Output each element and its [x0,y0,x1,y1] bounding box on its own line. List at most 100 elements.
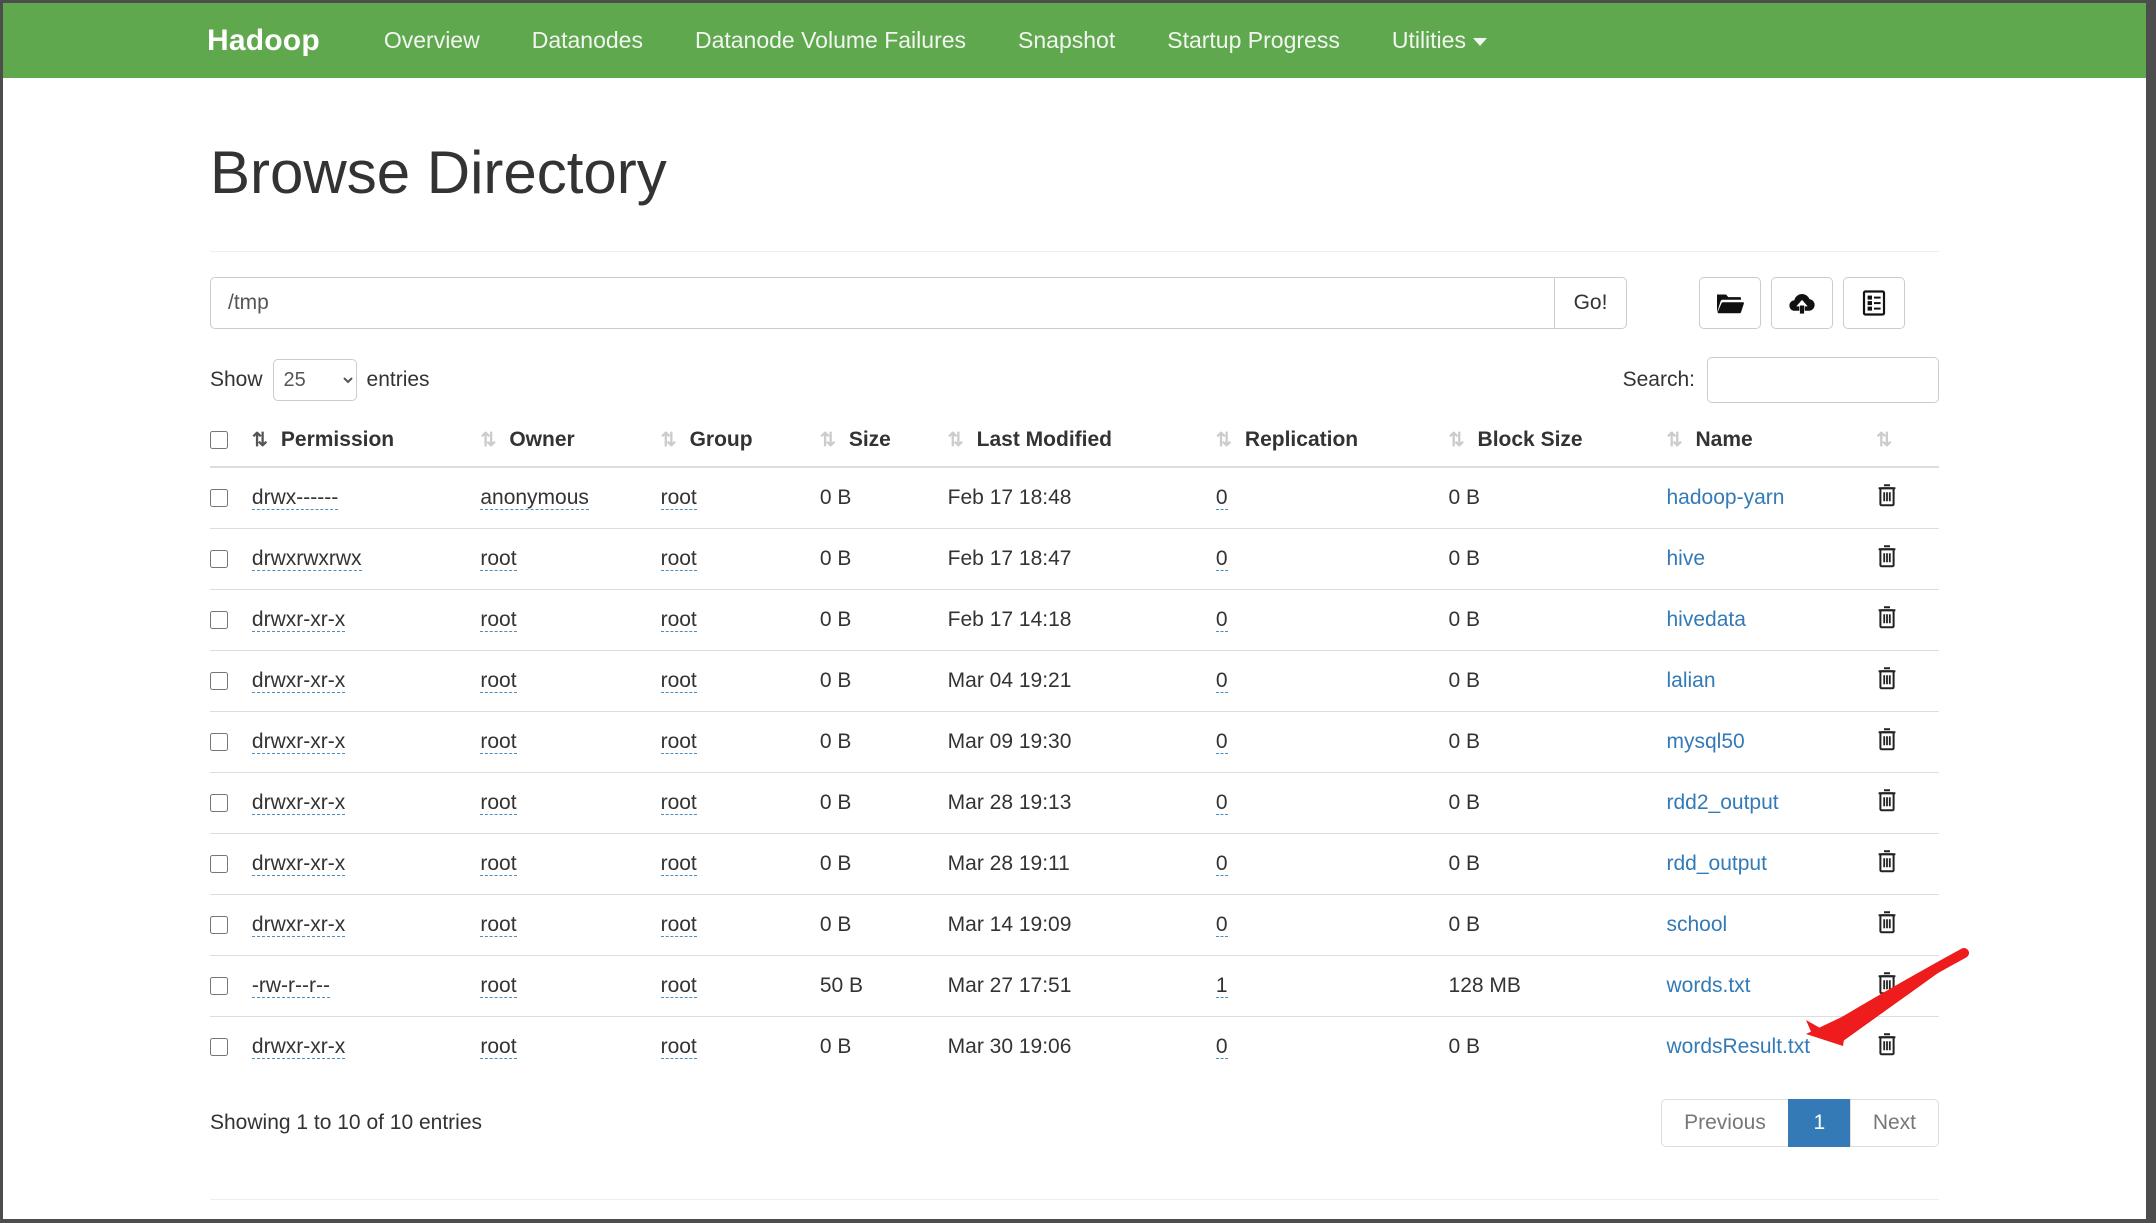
search-input[interactable] [1707,357,1939,403]
owner-value[interactable]: root [480,974,516,998]
sort-icon[interactable]: ⇅ [948,429,964,452]
group-value[interactable]: root [661,852,697,876]
permission-value[interactable]: drwxrwxrwx [252,547,362,571]
header-owner[interactable]: ⇅Owner [480,418,660,467]
owner-value[interactable]: root [480,669,516,693]
group-value[interactable]: root [661,1035,697,1059]
entries-per-page-select[interactable]: 25 50 100 [273,359,357,401]
group-value[interactable]: root [661,486,697,510]
replication-value[interactable]: 0 [1216,669,1228,693]
sort-icon[interactable]: ⇅ [1876,429,1892,452]
permission-value[interactable]: -rw-r--r-- [252,974,330,998]
permission-value[interactable]: drwxr-xr-x [252,852,345,876]
header-name[interactable]: ⇅Name [1667,418,1877,467]
file-name-link[interactable]: hadoop-yarn [1667,486,1785,509]
cut-paste-button[interactable] [1843,277,1905,329]
owner-value[interactable]: root [480,913,516,937]
replication-value[interactable]: 0 [1216,486,1228,510]
group-value[interactable]: root [661,669,697,693]
sort-icon[interactable]: ⇅ [820,429,836,452]
replication-value[interactable]: 0 [1216,791,1228,815]
nav-item-utilities[interactable]: Utilities [1366,27,1513,54]
delete-button[interactable] [1876,666,1898,690]
owner-value[interactable]: root [480,1035,516,1059]
header-permission[interactable]: ⇅Permission [252,418,480,467]
delete-button[interactable] [1876,788,1898,812]
row-checkbox[interactable] [210,611,228,629]
file-name-link[interactable]: hive [1667,547,1706,570]
group-value[interactable]: root [661,608,697,632]
file-name-link[interactable]: words.txt [1667,974,1751,997]
row-checkbox[interactable] [210,1038,228,1056]
group-value[interactable]: root [661,974,697,998]
delete-button[interactable] [1876,910,1898,934]
replication-value[interactable]: 1 [1216,974,1228,998]
pagination-next[interactable]: Next [1850,1099,1939,1147]
permission-value[interactable]: drwxr-xr-x [252,791,345,815]
file-name-link[interactable]: school [1667,913,1728,936]
delete-button[interactable] [1876,544,1898,568]
permission-value[interactable]: drwxr-xr-x [252,730,345,754]
nav-item-startup-progress[interactable]: Startup Progress [1141,27,1366,54]
new-directory-button[interactable] [1699,277,1761,329]
replication-value[interactable]: 0 [1216,852,1228,876]
go-button[interactable]: Go! [1554,277,1627,329]
file-name-link[interactable]: lalian [1667,669,1716,692]
owner-value[interactable]: root [480,730,516,754]
permission-value[interactable]: drwx------ [252,486,338,510]
row-checkbox[interactable] [210,489,228,507]
delete-button[interactable] [1876,849,1898,873]
pagination-page-1[interactable]: 1 [1788,1099,1850,1147]
row-checkbox[interactable] [210,733,228,751]
header-group[interactable]: ⇅Group [661,418,820,467]
owner-value[interactable]: root [480,608,516,632]
row-checkbox[interactable] [210,916,228,934]
row-checkbox[interactable] [210,672,228,690]
file-name-link[interactable]: wordsResult.txt [1667,1035,1811,1058]
group-value[interactable]: root [661,730,697,754]
sort-icon[interactable]: ⇅ [480,429,496,452]
header-block-size[interactable]: ⇅Block Size [1449,418,1667,467]
header-replication[interactable]: ⇅Replication [1216,418,1449,467]
header-last-modified[interactable]: ⇅Last Modified [948,418,1216,467]
row-checkbox[interactable] [210,977,228,995]
row-checkbox[interactable] [210,794,228,812]
delete-button[interactable] [1876,727,1898,751]
replication-value[interactable]: 0 [1216,913,1228,937]
file-name-link[interactable]: rdd_output [1667,852,1767,875]
window-scrollbar-track[interactable] [2146,0,2156,1223]
brand-hadoop[interactable]: Hadoop [207,24,320,58]
upload-files-button[interactable] [1771,277,1833,329]
sort-icon[interactable]: ⇅ [1667,429,1683,452]
nav-item-overview[interactable]: Overview [358,27,506,54]
group-value[interactable]: root [661,913,697,937]
delete-button[interactable] [1876,971,1898,995]
sort-icon[interactable]: ⇅ [1449,429,1465,452]
delete-button[interactable] [1876,1032,1898,1056]
replication-value[interactable]: 0 [1216,547,1228,571]
delete-button[interactable] [1876,483,1898,507]
replication-value[interactable]: 0 [1216,1035,1228,1059]
file-name-link[interactable]: rdd2_output [1667,791,1779,814]
pagination-previous[interactable]: Previous [1661,1099,1788,1147]
group-value[interactable]: root [661,791,697,815]
owner-value[interactable]: root [480,852,516,876]
header-size[interactable]: ⇅Size [820,418,948,467]
file-name-link[interactable]: mysql50 [1667,730,1745,753]
owner-value[interactable]: root [480,547,516,571]
owner-value[interactable]: root [480,791,516,815]
delete-button[interactable] [1876,605,1898,629]
header-actions[interactable]: ⇅ [1876,418,1939,467]
permission-value[interactable]: drwxr-xr-x [252,1035,345,1059]
row-checkbox[interactable] [210,550,228,568]
row-checkbox[interactable] [210,855,228,873]
sort-icon[interactable]: ⇅ [661,429,677,452]
owner-value[interactable]: anonymous [480,486,589,510]
path-input[interactable] [210,277,1554,329]
group-value[interactable]: root [661,547,697,571]
permission-value[interactable]: drwxr-xr-x [252,608,345,632]
sort-icon[interactable]: ⇅ [252,429,268,452]
nav-item-datanode-volume-failures[interactable]: Datanode Volume Failures [669,27,992,54]
nav-item-datanodes[interactable]: Datanodes [506,27,669,54]
nav-item-snapshot[interactable]: Snapshot [992,27,1141,54]
